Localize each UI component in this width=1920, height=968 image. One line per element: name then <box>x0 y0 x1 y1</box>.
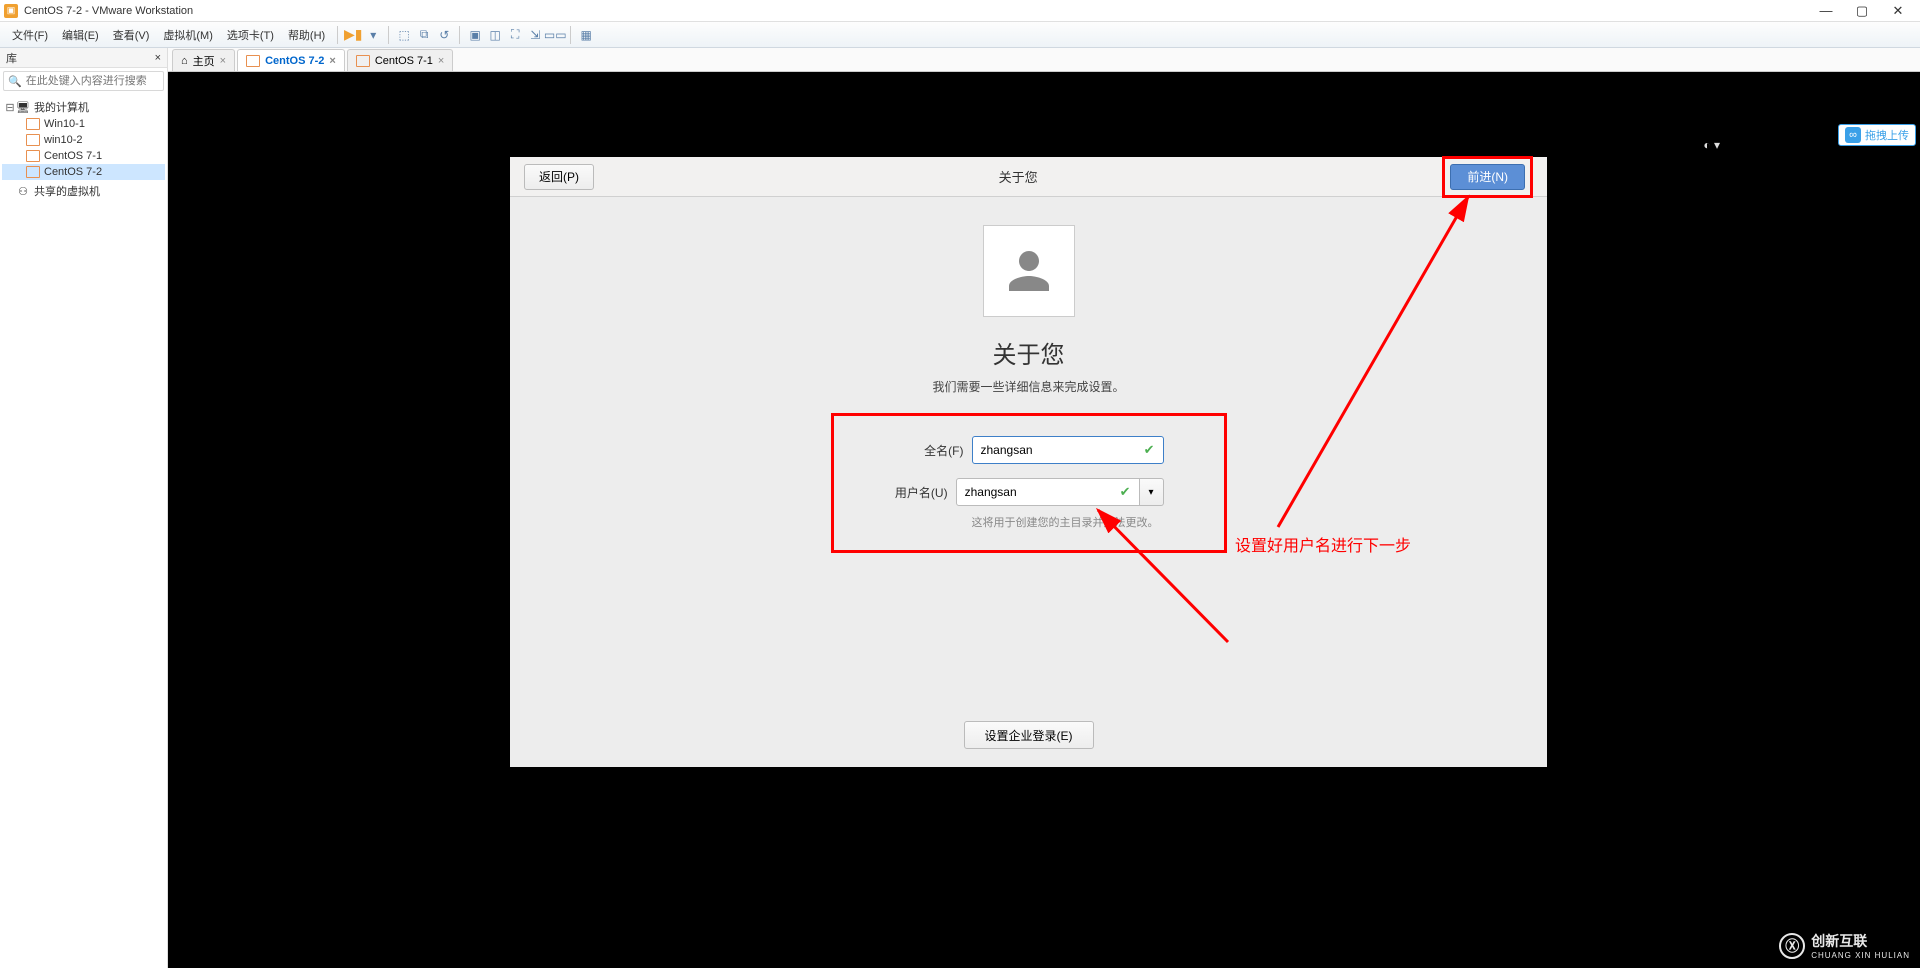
window-title: CentOS 7-2 - VMware Workstation <box>24 5 1816 17</box>
home-icon: ⌂ <box>181 55 188 67</box>
setup-heading: 关于您 <box>993 335 1065 370</box>
menu-tabs[interactable]: 选项卡(T) <box>221 24 280 46</box>
menu-help[interactable]: 帮助(H) <box>282 24 331 46</box>
tree-root-label: 共享的虚拟机 <box>34 183 100 199</box>
watermark-logo: Ⓧ 创新互联 CHUANG XIN HULIAN <box>1779 931 1910 960</box>
tree-item-label: win10-2 <box>44 134 83 146</box>
snapshot-manager-icon[interactable]: ⧉ <box>415 26 433 44</box>
upload-badge[interactable]: ∞ 拖拽上传 <box>1838 124 1916 146</box>
menu-vm[interactable]: 虚拟机(M) <box>157 24 219 46</box>
tab-label: 主页 <box>193 53 215 69</box>
expand-icon[interactable] <box>4 185 16 197</box>
revert-icon[interactable]: ↺ <box>435 26 453 44</box>
tree-item-win10-2[interactable]: win10-2 <box>2 132 165 148</box>
library-search[interactable]: 🔍 ▾ <box>3 71 164 91</box>
library-icon[interactable]: ▦ <box>577 26 595 44</box>
gnome-status-icon[interactable]: ◐ ▾ <box>1703 138 1720 152</box>
tab-label: CentOS 7-1 <box>375 55 433 67</box>
sidebar-close-icon[interactable]: × <box>155 52 161 64</box>
tree-item-centos-7-2[interactable]: CentOS 7-2 <box>2 164 165 180</box>
tab-centos-7-1[interactable]: CentOS 7-1 × <box>347 49 454 71</box>
tab-centos-7-2[interactable]: CentOS 7-2 × <box>237 49 345 71</box>
tabs-bar: ⌂ 主页 × CentOS 7-2 × CentOS 7-1 × <box>168 48 1920 72</box>
enterprise-login-button[interactable]: 设置企业登录(E) <box>964 721 1094 749</box>
search-input[interactable] <box>26 75 168 87</box>
tree-root-my-computer[interactable]: ⊟ 🖥 我的计算机 <box>2 98 165 116</box>
annotation-arrow-2 <box>1088 502 1288 662</box>
vm-icon <box>26 134 40 146</box>
tree-item-win10-1[interactable]: Win10-1 <box>2 116 165 132</box>
separator <box>459 26 460 44</box>
cloud-icon: ∞ <box>1845 127 1861 143</box>
setup-title: 关于您 <box>594 167 1442 186</box>
shared-icon: ⚇ <box>16 184 30 198</box>
watermark-icon: Ⓧ <box>1779 933 1805 959</box>
vm-icon <box>246 55 260 67</box>
library-tree: ⊟ 🖥 我的计算机 Win10-1 win10-2 CentOS 7-1 Cen… <box>0 94 167 204</box>
window-titlebar: ▣ CentOS 7-2 - VMware Workstation — ▢ ✕ <box>0 0 1920 22</box>
username-input[interactable] <box>965 485 1120 499</box>
menu-edit[interactable]: 编辑(E) <box>56 24 105 46</box>
vm-icon <box>26 150 40 162</box>
vm-display[interactable]: ◐ ▾ ∞ 拖拽上传 返回(P) 关于您 前进(N) <box>168 72 1920 968</box>
tab-close-icon[interactable]: × <box>220 55 226 67</box>
library-sidebar: 库 × 🔍 ▾ ⊟ 🖥 我的计算机 Win10-1 win10-2 CentOS… <box>0 48 168 968</box>
watermark-text: 创新互联 <box>1811 931 1910 951</box>
back-button[interactable]: 返回(P) <box>524 164 594 190</box>
vm-icon <box>26 166 40 178</box>
fit-icon[interactable]: ⛶ <box>506 26 524 44</box>
fullscreen-icon[interactable]: ▣ <box>466 26 484 44</box>
power-dropdown[interactable]: ▾ <box>364 26 382 44</box>
app-icon: ▣ <box>4 4 18 18</box>
snapshot-icon[interactable]: ⬚ <box>395 26 413 44</box>
sidebar-header: 库 × <box>0 48 167 68</box>
close-button[interactable]: ✕ <box>1888 3 1908 19</box>
vm-icon <box>26 118 40 130</box>
tab-close-icon[interactable]: × <box>329 55 335 67</box>
content-area: ⌂ 主页 × CentOS 7-2 × CentOS 7-1 × ◐ ▾ ∞ 拖… <box>168 48 1920 968</box>
setup-subtext: 我们需要一些详细信息来完成设置。 <box>932 378 1124 395</box>
stretch-icon[interactable]: ⇲ <box>526 26 544 44</box>
expand-icon[interactable]: ⊟ <box>4 101 16 114</box>
tab-label: CentOS 7-2 <box>265 55 324 67</box>
maximize-button[interactable]: ▢ <box>1852 3 1872 19</box>
separator <box>570 26 571 44</box>
separator <box>337 26 338 44</box>
menu-view[interactable]: 查看(V) <box>107 24 156 46</box>
unity-icon[interactable]: ◫ <box>486 26 504 44</box>
user-icon <box>999 241 1059 301</box>
menu-bar: 文件(F) 编辑(E) 查看(V) 虚拟机(M) 选项卡(T) 帮助(H) ▶▮… <box>0 22 1920 48</box>
computer-icon: 🖥 <box>16 100 30 114</box>
tab-home[interactable]: ⌂ 主页 × <box>172 49 235 71</box>
tree-root-label: 我的计算机 <box>34 99 89 115</box>
fullname-label: 全名(F) <box>894 442 964 459</box>
sidebar-title: 库 <box>6 50 17 66</box>
avatar-placeholder[interactable] <box>983 225 1075 317</box>
username-label: 用户名(U) <box>894 484 948 501</box>
multimon-icon[interactable]: ▭▭ <box>546 26 564 44</box>
tab-close-icon[interactable]: × <box>438 55 444 67</box>
upload-label: 拖拽上传 <box>1865 127 1909 143</box>
menu-file[interactable]: 文件(F) <box>6 24 54 46</box>
separator <box>388 26 389 44</box>
next-button[interactable]: 前进(N) <box>1450 164 1525 190</box>
vm-icon <box>356 55 370 67</box>
tree-item-label: CentOS 7-1 <box>44 150 102 162</box>
minimize-button[interactable]: — <box>1816 3 1836 19</box>
power-button[interactable]: ▶▮ <box>344 26 362 44</box>
tree-item-centos-7-1[interactable]: CentOS 7-1 <box>2 148 165 164</box>
search-icon: 🔍 <box>8 75 22 88</box>
tree-item-label: CentOS 7-2 <box>44 166 102 178</box>
tree-item-label: Win10-1 <box>44 118 85 130</box>
tree-root-shared[interactable]: ⚇ 共享的虚拟机 <box>2 182 165 200</box>
